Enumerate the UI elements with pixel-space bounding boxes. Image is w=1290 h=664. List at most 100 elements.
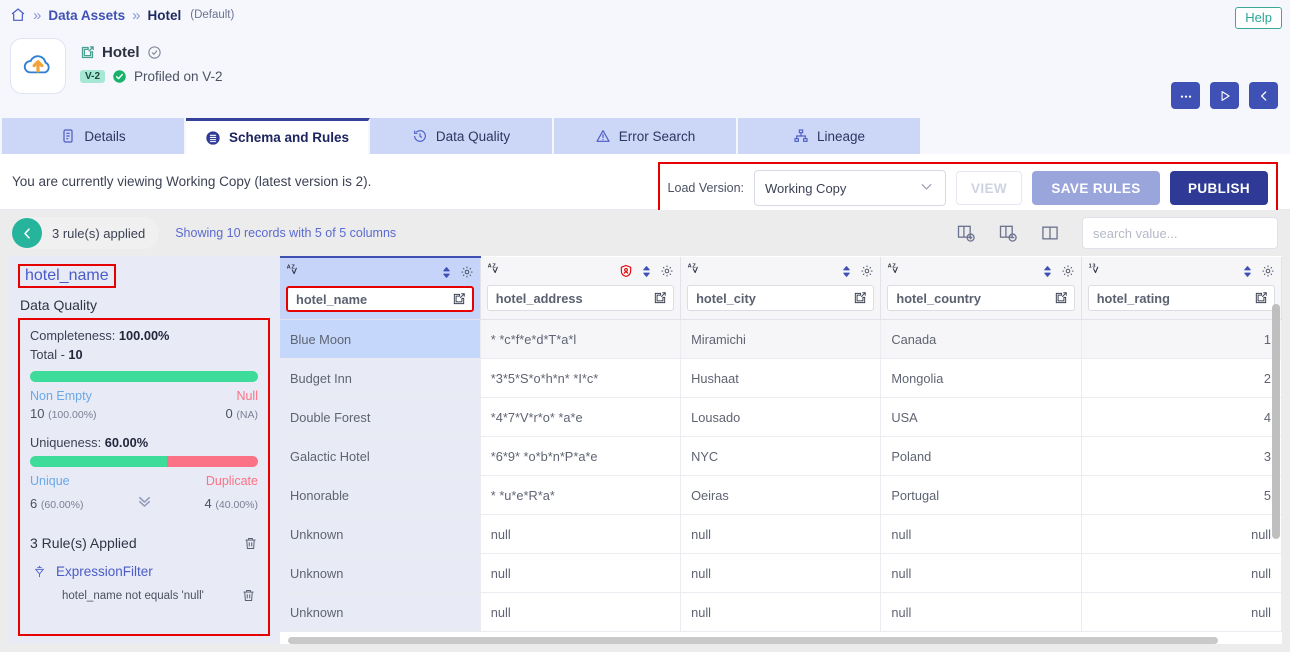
- collapse-panel-button[interactable]: [1249, 82, 1278, 109]
- horizontal-scrollbar[interactable]: [280, 636, 1282, 644]
- load-version-select[interactable]: Working Copy: [754, 170, 946, 206]
- cell-hotel_rating[interactable]: 4: [1081, 398, 1281, 437]
- rule-item[interactable]: ExpressionFilter: [30, 564, 258, 579]
- gear-icon[interactable]: [1061, 264, 1075, 278]
- split-columns-icon[interactable]: [1040, 223, 1060, 243]
- cell-hotel_country[interactable]: null: [881, 515, 1081, 554]
- delete-all-rules-icon[interactable]: [243, 536, 258, 551]
- breadcrumb-item-data-assets[interactable]: Data Assets: [48, 8, 125, 23]
- edit-square-icon[interactable]: [80, 45, 95, 60]
- cell-hotel_name[interactable]: Galactic Hotel: [280, 437, 480, 476]
- cell-hotel_country[interactable]: Poland: [881, 437, 1081, 476]
- table-row[interactable]: Unknownnullnullnullnull: [280, 515, 1282, 554]
- column-name-field[interactable]: hotel_rating: [1088, 285, 1275, 311]
- publish-button[interactable]: PUBLISH: [1170, 171, 1268, 205]
- cell-hotel_name[interactable]: Unknown: [280, 554, 480, 593]
- sort-icon[interactable]: [840, 265, 853, 278]
- table-row[interactable]: Galactic Hotel*6*9* *o*b*n*P*a*eNYCPolan…: [280, 437, 1282, 476]
- pencil-icon[interactable]: [853, 291, 867, 305]
- pencil-icon[interactable]: [1054, 291, 1068, 305]
- tab-lineage[interactable]: Lineage: [738, 118, 922, 154]
- run-button[interactable]: [1210, 82, 1239, 109]
- cell-hotel_city[interactable]: null: [681, 593, 881, 632]
- sort-icon[interactable]: [1241, 265, 1254, 278]
- table-row[interactable]: Honorable* *u*e*R*a*OeirasPortugal5: [280, 476, 1282, 515]
- home-icon[interactable]: [10, 7, 26, 23]
- tab-schema-and-rules[interactable]: Schema and Rules: [186, 118, 370, 154]
- cell-hotel_name[interactable]: Unknown: [280, 593, 480, 632]
- column-name-field[interactable]: hotel_city: [687, 285, 874, 311]
- table-row[interactable]: Unknownnullnullnullnull: [280, 593, 1282, 632]
- view-button[interactable]: VIEW: [956, 171, 1022, 205]
- cell-hotel_name[interactable]: Honorable: [280, 476, 480, 515]
- cell-hotel_name[interactable]: Unknown: [280, 515, 480, 554]
- table-row[interactable]: Blue Moon* *c*f*e*d*T*a*lMiramichiCanada…: [280, 320, 1282, 359]
- cell-hotel_city[interactable]: NYC: [681, 437, 881, 476]
- column-header-hotel_address[interactable]: AZhotel_address: [480, 257, 680, 320]
- column-name-field[interactable]: hotel_country: [887, 285, 1074, 311]
- table-row[interactable]: Unknownnullnullnullnull: [280, 554, 1282, 593]
- pencil-icon[interactable]: [1254, 291, 1268, 305]
- vertical-scrollbar[interactable]: [1272, 304, 1280, 539]
- cell-hotel_country[interactable]: Mongolia: [881, 359, 1081, 398]
- cell-hotel_rating[interactable]: 3: [1081, 437, 1281, 476]
- table-row[interactable]: Budget Inn*3*5*S*o*h*n* *I*c*HushaatMong…: [280, 359, 1282, 398]
- cell-hotel_city[interactable]: Lousado: [681, 398, 881, 437]
- sort-icon[interactable]: [1041, 265, 1054, 278]
- cell-hotel_country[interactable]: Canada: [881, 320, 1081, 359]
- gear-icon[interactable]: [660, 264, 674, 278]
- cell-hotel_city[interactable]: Oeiras: [681, 476, 881, 515]
- more-options-button[interactable]: [1171, 82, 1200, 109]
- help-button[interactable]: Help: [1235, 7, 1282, 29]
- tab-data-quality[interactable]: Data Quality: [370, 118, 554, 154]
- cell-hotel_address[interactable]: null: [480, 593, 680, 632]
- delete-rule-icon[interactable]: [241, 588, 256, 603]
- double-chevron-down-icon[interactable]: [135, 491, 154, 515]
- cell-hotel_name[interactable]: Budget Inn: [280, 359, 480, 398]
- cell-hotel_address[interactable]: null: [480, 554, 680, 593]
- cell-hotel_rating[interactable]: 1: [1081, 320, 1281, 359]
- cell-hotel_city[interactable]: null: [681, 554, 881, 593]
- cell-hotel_address[interactable]: *4*7*V*r*o* *a*e: [480, 398, 680, 437]
- gear-icon[interactable]: [1261, 264, 1275, 278]
- cell-hotel_city[interactable]: null: [681, 515, 881, 554]
- cell-hotel_address[interactable]: *3*5*S*o*h*n* *I*c*: [480, 359, 680, 398]
- add-column-icon[interactable]: [956, 223, 976, 243]
- cell-hotel_rating[interactable]: null: [1081, 515, 1281, 554]
- column-header-hotel_city[interactable]: AZhotel_city: [681, 257, 881, 320]
- cell-hotel_name[interactable]: Double Forest: [280, 398, 480, 437]
- cell-hotel_address[interactable]: *6*9* *o*b*n*P*a*e: [480, 437, 680, 476]
- save-rules-button[interactable]: SAVE RULES: [1032, 171, 1160, 205]
- table-row[interactable]: Double Forest*4*7*V*r*o* *a*eLousadoUSA4: [280, 398, 1282, 437]
- remove-column-icon[interactable]: [998, 223, 1018, 243]
- gear-icon[interactable]: [860, 264, 874, 278]
- tab-error-search[interactable]: Error Search: [554, 118, 738, 154]
- cell-hotel_country[interactable]: null: [881, 554, 1081, 593]
- chevron-left-icon[interactable]: [12, 218, 42, 248]
- cell-hotel_rating[interactable]: null: [1081, 554, 1281, 593]
- cell-hotel_rating[interactable]: 2: [1081, 359, 1281, 398]
- tab-details[interactable]: Details: [2, 118, 186, 154]
- breadcrumb-item-hotel[interactable]: Hotel: [147, 8, 181, 23]
- column-header-hotel_country[interactable]: AZhotel_country: [881, 257, 1081, 320]
- search-input[interactable]: [1082, 217, 1278, 249]
- cell-hotel_city[interactable]: Miramichi: [681, 320, 881, 359]
- sort-icon[interactable]: [640, 265, 653, 278]
- sort-icon[interactable]: [440, 266, 453, 279]
- cell-hotel_city[interactable]: Hushaat: [681, 359, 881, 398]
- cell-hotel_name[interactable]: Blue Moon: [280, 320, 480, 359]
- cell-hotel_address[interactable]: null: [480, 515, 680, 554]
- gear-icon[interactable]: [460, 265, 474, 279]
- column-header-hotel_rating[interactable]: 13hotel_rating: [1081, 257, 1281, 320]
- cell-hotel_address[interactable]: * *u*e*R*a*: [480, 476, 680, 515]
- cell-hotel_rating[interactable]: 5: [1081, 476, 1281, 515]
- column-name-field[interactable]: hotel_name: [286, 286, 474, 312]
- pencil-icon[interactable]: [653, 291, 667, 305]
- cell-hotel_country[interactable]: Portugal: [881, 476, 1081, 515]
- cell-hotel_country[interactable]: USA: [881, 398, 1081, 437]
- cell-hotel_address[interactable]: * *c*f*e*d*T*a*l: [480, 320, 680, 359]
- cell-hotel_country[interactable]: null: [881, 593, 1081, 632]
- pencil-icon[interactable]: [452, 292, 466, 306]
- column-name-field[interactable]: hotel_address: [487, 285, 674, 311]
- rules-applied-pill[interactable]: 3 rule(s) applied: [12, 217, 159, 249]
